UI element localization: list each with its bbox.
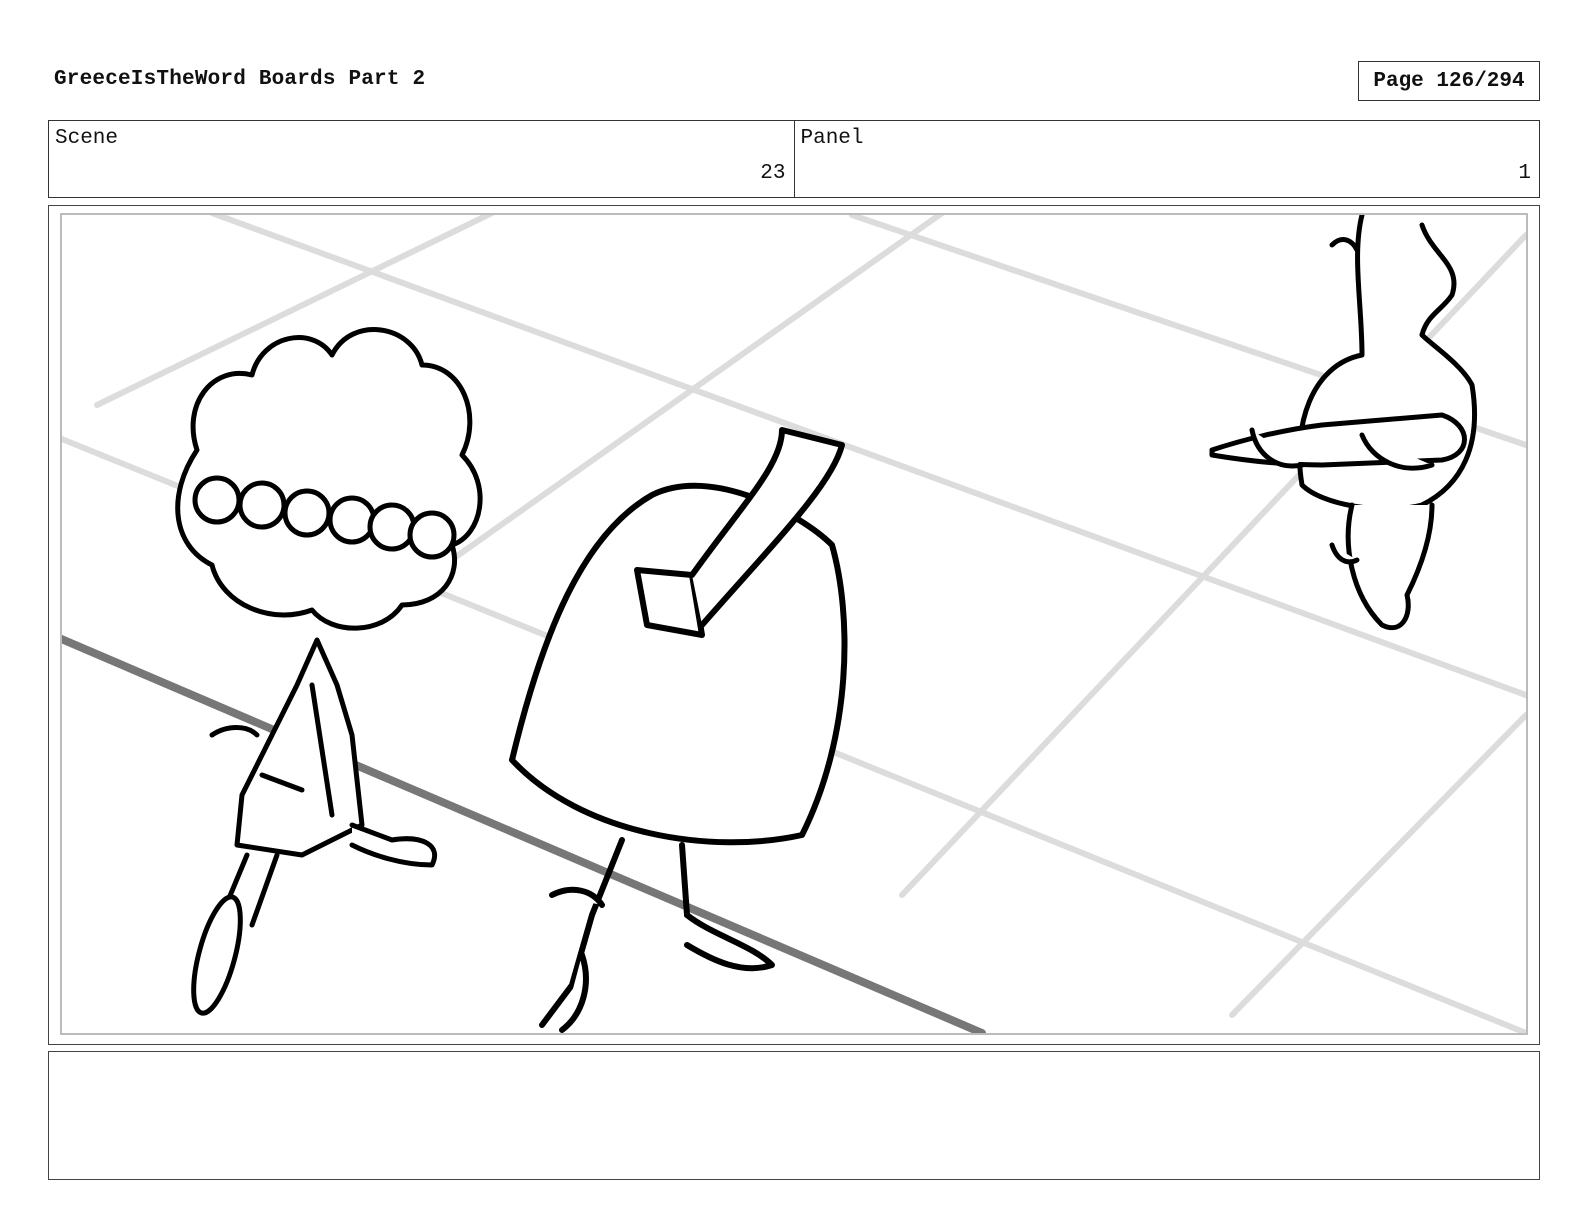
tall-hat-character [509,427,848,1033]
curly-haired-character [175,327,483,1016]
page-number: Page 126/294 [1358,61,1540,101]
scene-label: Scene [55,127,119,150]
character-holding-bread [1209,215,1478,631]
panel-cell: Panel 1 [793,121,1540,197]
dialogue-notes-box [48,1051,1540,1180]
panel-label: Panel [800,127,864,150]
storyboard-frame [48,205,1540,1045]
panel-value: 1 [1518,162,1531,185]
scene-cell: Scene 23 [49,121,794,197]
scene-panel-row: Scene 23 Panel 1 [48,120,1540,198]
storyboard-drawing-area [60,213,1528,1035]
scene-value: 23 [760,162,786,185]
board-title: GreeceIsTheWord Boards Part 2 [54,68,426,91]
storyboard-sketch [62,215,1526,1033]
